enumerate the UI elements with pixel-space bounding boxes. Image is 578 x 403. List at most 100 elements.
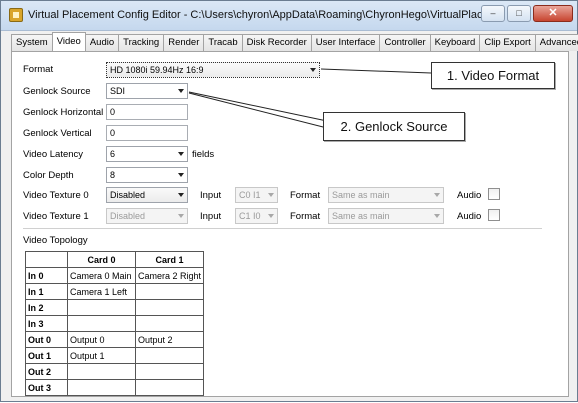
video-texture-1-audio-label: Audio: [457, 211, 482, 222]
row-header: In 1: [25, 283, 68, 300]
tab-strip: System Video Audio Tracking Render Traca…: [11, 32, 578, 51]
row-header: In 2: [25, 299, 68, 316]
video-texture-0-format-label: Format: [290, 190, 321, 201]
format-dropdown[interactable]: HD 1080i 59.94Hz 16:9: [106, 62, 320, 78]
video-topology-table: Card 0 Card 1 In 0 Camera 0 Main Camera …: [25, 251, 205, 396]
tab-video[interactable]: Video: [51, 32, 86, 51]
genlock-source-dropdown[interactable]: SDI: [106, 83, 188, 99]
title-bar[interactable]: Virtual Placement Config Editor - C:\Use…: [1, 1, 577, 31]
video-texture-1-input-dropdown[interactable]: C1 I0: [235, 208, 278, 224]
table-row: Out 2: [25, 363, 205, 380]
chevron-down-icon: [434, 214, 440, 218]
table-cell[interactable]: [134, 363, 205, 380]
table-cell[interactable]: Camera 2 Right: [134, 267, 205, 284]
genlock-source-label: Genlock Source: [23, 86, 91, 97]
table-cell[interactable]: [67, 315, 136, 332]
video-texture-1-label: Video Texture 1: [23, 211, 89, 222]
row-header: Out 0: [25, 331, 68, 348]
table-cell[interactable]: Output 2: [134, 331, 205, 348]
table-row: Out 1 Output 1: [25, 347, 205, 364]
window-controls: – □ ✕: [481, 5, 573, 22]
video-texture-1-input-label: Input: [200, 211, 222, 222]
video-topology-label: Video Topology: [23, 235, 88, 246]
video-texture-0-dropdown[interactable]: Disabled: [106, 187, 188, 203]
color-depth-label: Color Depth: [23, 170, 74, 181]
chevron-down-icon: [268, 214, 274, 218]
tab-controller[interactable]: Controller: [379, 34, 431, 51]
column-header-card-0: Card 0: [67, 251, 136, 268]
row-header: In 3: [25, 315, 68, 332]
row-header: Out 1: [25, 347, 68, 364]
video-texture-1-format-dropdown[interactable]: Same as main: [328, 208, 444, 224]
table-cell[interactable]: [134, 299, 205, 316]
tab-tracab[interactable]: Tracab: [203, 34, 243, 51]
color-depth-dropdown[interactable]: 8: [106, 167, 188, 183]
genlock-vertical-input[interactable]: 0: [106, 125, 188, 141]
table-cell[interactable]: [134, 283, 205, 300]
video-texture-0-input-value: C0 I1: [239, 190, 261, 200]
tab-render[interactable]: Render: [163, 34, 205, 51]
app-window: Virtual Placement Config Editor - C:\Use…: [0, 0, 578, 402]
close-button[interactable]: ✕: [533, 5, 573, 22]
column-header-card-1: Card 1: [134, 251, 205, 268]
chevron-down-icon: [178, 152, 184, 156]
corner-cell: [25, 251, 68, 268]
format-value: HD 1080i 59.94Hz 16:9: [110, 65, 204, 75]
video-texture-1-format-label: Format: [290, 211, 321, 222]
table-cell[interactable]: Camera 1 Left: [67, 283, 136, 300]
video-latency-label: Video Latency: [23, 149, 84, 160]
genlock-source-value: SDI: [110, 86, 126, 96]
video-texture-1-value: Disabled: [110, 211, 146, 221]
minimize-button[interactable]: –: [481, 5, 505, 22]
maximize-button[interactable]: □: [507, 5, 531, 22]
chevron-down-icon: [178, 214, 184, 218]
video-latency-dropdown[interactable]: 6: [106, 146, 188, 162]
tab-user-interface[interactable]: User Interface: [310, 34, 381, 51]
row-header: In 0: [25, 267, 68, 284]
tab-audio[interactable]: Audio: [84, 34, 120, 51]
table-cell[interactable]: [134, 315, 205, 332]
video-texture-0-format-value: Same as main: [332, 190, 390, 200]
video-texture-0-value: Disabled: [110, 190, 146, 200]
table-cell[interactable]: Output 1: [67, 347, 136, 364]
genlock-horizontal-input[interactable]: 0: [106, 104, 188, 120]
table-cell[interactable]: [67, 299, 136, 316]
color-depth-value: 8: [110, 170, 116, 180]
table-cell[interactable]: Camera 0 Main: [67, 267, 136, 284]
row-header: Out 3: [25, 379, 68, 396]
tab-advanced[interactable]: Advanced: [534, 34, 578, 51]
chevron-down-icon: [178, 89, 184, 93]
table-cell[interactable]: [134, 347, 205, 364]
video-texture-0-audio-checkbox[interactable]: [488, 188, 500, 200]
video-latency-unit: fields: [192, 149, 215, 160]
table-cell[interactable]: Output 0: [67, 331, 136, 348]
chevron-down-icon: [310, 68, 316, 72]
tab-disk-recorder[interactable]: Disk Recorder: [241, 34, 312, 51]
genlock-vertical-label: Genlock Vertical: [23, 128, 92, 139]
table-cell[interactable]: [67, 379, 136, 396]
genlock-horizontal-label: Genlock Horizontal: [23, 107, 104, 118]
table-header-row: Card 0 Card 1: [25, 251, 205, 268]
table-row: Out 0 Output 0 Output 2: [25, 331, 205, 348]
app-icon: [9, 8, 23, 22]
video-texture-0-label: Video Texture 0: [23, 190, 89, 201]
video-texture-0-audio-label: Audio: [457, 190, 482, 201]
video-texture-1-dropdown[interactable]: Disabled: [106, 208, 188, 224]
tab-clip-export[interactable]: Clip Export: [479, 34, 536, 51]
chevron-down-icon: [178, 193, 184, 197]
chevron-down-icon: [434, 193, 440, 197]
tab-system[interactable]: System: [11, 34, 53, 51]
tab-tracking[interactable]: Tracking: [118, 34, 165, 51]
video-texture-0-input-dropdown[interactable]: C0 I1: [235, 187, 278, 203]
video-texture-0-format-dropdown[interactable]: Same as main: [328, 187, 444, 203]
table-cell[interactable]: [134, 379, 205, 396]
row-header: Out 2: [25, 363, 68, 380]
video-texture-1-audio-checkbox[interactable]: [488, 209, 500, 221]
table-row: In 0 Camera 0 Main Camera 2 Right: [25, 267, 205, 284]
table-row: In 1 Camera 1 Left: [25, 283, 205, 300]
table-cell[interactable]: [67, 363, 136, 380]
video-tab-panel: Format HD 1080i 59.94Hz 16:9 Genlock Sou…: [11, 51, 569, 397]
table-row: In 2: [25, 299, 205, 316]
tab-keyboard[interactable]: Keyboard: [429, 34, 481, 51]
table-row: Out 3: [25, 379, 205, 396]
